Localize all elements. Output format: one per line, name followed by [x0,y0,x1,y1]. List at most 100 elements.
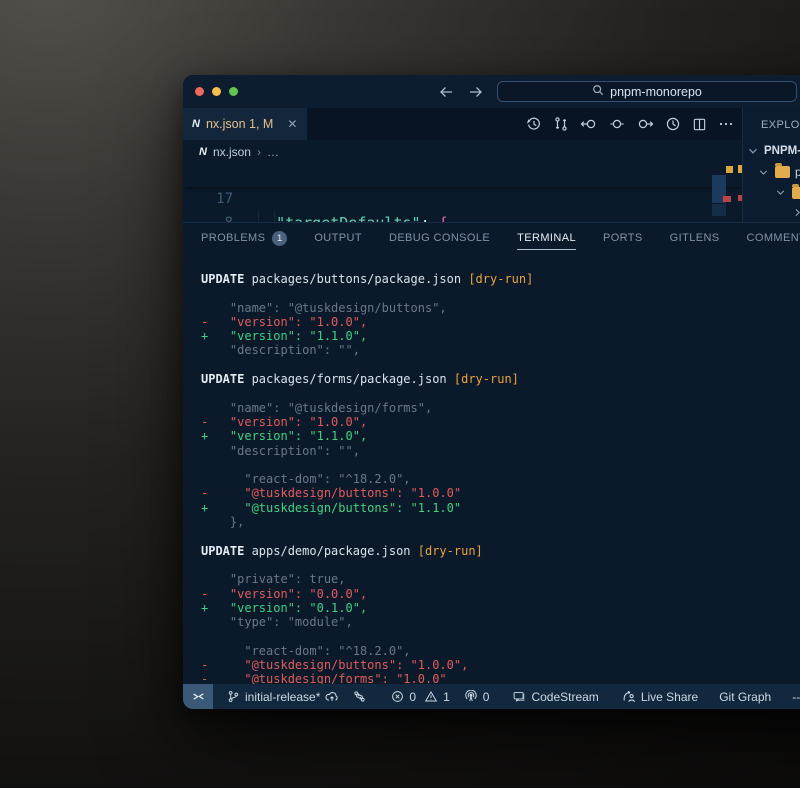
panel-tab-terminal[interactable]: TERMINAL [517,223,576,253]
terminal-line [201,458,800,472]
code-line: 8 }, [183,187,742,211]
chevron-right-icon [791,206,800,219]
git-compare-icon[interactable] [553,116,569,132]
history-forward-button[interactable] [468,84,484,100]
terminal-line [201,386,800,400]
comment-icon [512,690,526,703]
chevron-down-icon [774,186,787,199]
terminal-line [201,629,800,643]
folder-icon [775,166,790,178]
breadcrumb-separator: › [257,145,261,159]
terminal-line: }, [201,515,800,529]
maximize-window-button[interactable] [229,87,238,96]
problems-status-button[interactable]: 0 1 [391,690,449,704]
terminal-line: "react-dom": "^18.2.0", [201,644,800,658]
remote-indicator-button[interactable] [183,684,213,709]
title-bar: pnpm-monorepo [183,75,800,108]
codestream-label: CodeStream [531,690,598,704]
minimap[interactable] [726,166,733,173]
breadcrumb[interactable]: N nx.json › … [183,140,742,163]
terminal-output[interactable]: UPDATE packages/buttons/package.json [dr… [183,272,800,687]
search-icon [592,84,604,99]
terminal-line: UPDATE apps/demo/package.json [dry-run] [201,544,800,558]
breadcrumb-more[interactable]: … [267,145,279,159]
warning-icon [424,690,438,703]
command-center-search[interactable]: pnpm-monorepo [497,81,797,102]
terminal-line: - "version": "1.0.0", [201,415,800,429]
panel-tab-label: PORTS [603,232,643,244]
panel-tab-comments[interactable]: COMMENTS [747,223,800,253]
terminal-line: "type": "module", [201,615,800,629]
panel-tab-bar: PROBLEMS 1 OUTPUT DEBUG CONSOLE TERMINAL PORT… [183,223,800,253]
history-back-button[interactable] [438,84,454,100]
codestream-status-button[interactable]: CodeStream [512,690,598,704]
chevron-down-icon [757,166,770,179]
terminal-line: "description": "", [201,343,800,357]
live-share-label: Live Share [641,690,698,704]
git-compare-status-button[interactable] [353,690,366,703]
vscode-window: pnpm-monorepo N nx.json 1, M ✕ N nx.json… [183,75,800,709]
bottom-panel: PROBLEMS 1 OUTPUT DEBUG CONSOLE TERMINAL PORT… [183,222,800,684]
publish-changes-icon [325,690,339,704]
next-change-icon[interactable] [636,116,654,132]
terminal-line: "name": "@tuskdesign/forms", [201,401,800,415]
panel-tab-ports[interactable]: PORTS [603,223,643,253]
explorer-folder-row[interactable] [791,206,800,219]
terminal-line: + "version": "1.1.0", [201,329,800,343]
problems-badge: 1 [272,231,287,246]
terminal-line: - "@tuskdesign/buttons": "1.0.0" [201,486,800,500]
explorer-sidebar: EXPLORER PNPM-MONOREPO packages [742,108,800,222]
branch-icon [227,690,240,703]
sticky-scroll-line: 17 "targetDefaults": { [183,163,742,187]
close-tab-icon[interactable]: ✕ [287,117,297,131]
terminal-line: - "@tuskdesign/buttons": "1.0.0", [201,658,800,672]
branch-name: initial-release* [245,690,320,704]
terminal-line [201,358,800,372]
chevron-down-icon [746,144,760,158]
live-share-button[interactable]: Live Share [622,690,698,704]
explorer-folder-row[interactable] [774,186,800,199]
close-window-button[interactable] [195,87,204,96]
terminal-line: UPDATE packages/forms/package.json [dry-… [201,372,800,386]
panel-tab-label: GITLENS [670,232,720,244]
broadcast-icon [464,690,478,703]
minimap [723,196,731,202]
git-branch-button[interactable]: initial-release* [227,690,339,704]
terminal-line: + "@tuskdesign/buttons": "1.1.0" [201,501,800,515]
status-bar: initial-release* 0 1 0 CodeStream [183,684,800,709]
more-actions-icon[interactable] [718,116,734,132]
explorer-root-folder[interactable]: PNPM-MONOREPO [746,144,800,158]
local-history-icon[interactable] [526,116,542,132]
git-graph-label: Git Graph [719,690,771,704]
editor-actions-toolbar [523,108,742,140]
panel-tab-label: COMMENTS [747,232,800,244]
terminal-line [201,529,800,543]
code-editor[interactable]: 17 "targetDefaults": { 8 }, 7 "typecheck… [183,163,742,222]
panel-tab-gitlens[interactable]: GITLENS [670,223,720,253]
ports-status-button[interactable]: 0 [464,690,490,704]
run-timeline-icon[interactable] [665,116,681,132]
explorer-folder-row[interactable]: packages [757,165,800,179]
ports-count: 0 [483,690,490,704]
minimap [712,204,726,216]
breadcrumb-file[interactable]: nx.json [213,145,251,159]
current-change-icon[interactable] [609,116,625,132]
git-compare-icon [353,690,366,703]
minimize-window-button[interactable] [212,87,221,96]
folder-label: packages [795,165,800,179]
panel-tab-label: PROBLEMS [201,232,265,244]
split-editor-icon[interactable] [692,117,707,132]
panel-tab-label: TERMINAL [517,232,576,244]
vim-mode-indicator: -- NORMAL -- [792,690,800,704]
terminal-line [201,286,800,300]
terminal-line: "private": true, [201,572,800,586]
terminal-line: + "version": "0.1.0", [201,601,800,615]
tab-label: nx.json 1, M [206,117,273,131]
tab-nx-json[interactable]: N nx.json 1, M ✕ [183,108,307,140]
previous-change-icon[interactable] [580,116,598,132]
folder-icon [792,187,800,199]
git-graph-button[interactable]: Git Graph [719,690,771,704]
panel-tab-output[interactable]: OUTPUT [314,223,362,253]
panel-tab-problems[interactable]: PROBLEMS 1 [201,223,287,253]
panel-tab-debug-console[interactable]: DEBUG CONSOLE [389,223,490,253]
